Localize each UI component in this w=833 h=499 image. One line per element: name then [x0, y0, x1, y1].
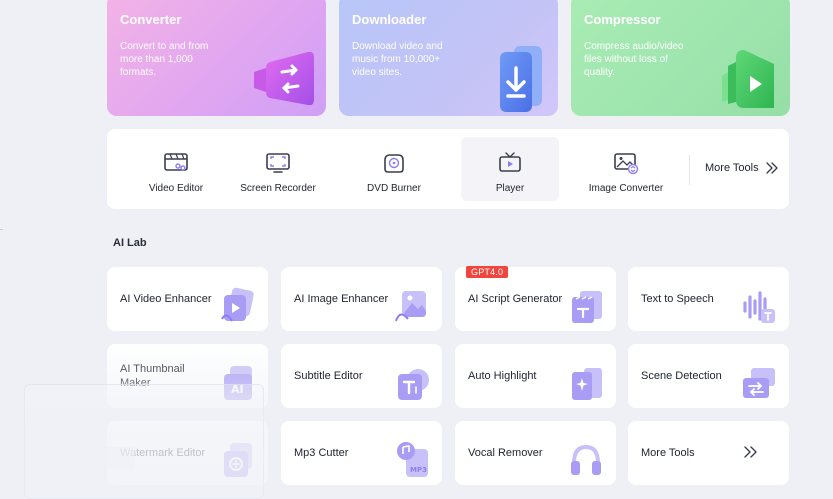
- screen-recorder-icon: [266, 153, 290, 173]
- converter-title: Converter: [120, 12, 182, 27]
- ai-script-generator-icon: [572, 291, 602, 323]
- scene-detection-icon: [743, 368, 775, 398]
- ai-card-label: AI Video Enhancer: [120, 293, 212, 305]
- tool-dvd-burner[interactable]: DVD Burner: [345, 137, 443, 201]
- downloader-description: Download video and music from 10,000+ vi…: [352, 41, 443, 78]
- ai-video-enhancer-icon: [221, 287, 254, 322]
- compressor-title: Compressor: [584, 12, 661, 27]
- mp3-cutter-card[interactable]: Mp3 Cutter MP3: [281, 421, 442, 485]
- more-tools-button[interactable]: More Tools: [705, 162, 779, 174]
- ai-lab-heading: AI Lab: [113, 237, 147, 249]
- ai-script-generator-card[interactable]: GPT4.0 AI Script Generator: [455, 266, 616, 331]
- text-to-speech-card[interactable]: Text to Speech: [628, 267, 789, 331]
- tool-label: DVD Burner: [367, 183, 421, 194]
- mp3-cutter-icon: MP3: [397, 442, 428, 477]
- tool-player[interactable]: Player: [461, 137, 559, 201]
- tool-image-converter[interactable]: Image Converter: [577, 137, 675, 201]
- converter-card[interactable]: Converter Convert to and from more than …: [107, 0, 326, 116]
- video-editor-icon: [164, 153, 188, 171]
- converter-illustration-icon: [254, 51, 314, 106]
- ai-image-enhancer-card[interactable]: AI Image Enhancer: [281, 267, 442, 331]
- dvd-burner-icon: [384, 154, 404, 173]
- text-to-speech-icon: [743, 291, 775, 323]
- gpt-badge: GPT4.0: [466, 266, 509, 278]
- subtitle-editor-card[interactable]: Subtitle Editor: [281, 344, 442, 408]
- tool-screen-recorder[interactable]: Screen Recorder: [229, 137, 327, 201]
- tool-video-editor[interactable]: Video Editor: [127, 137, 225, 201]
- ai-card-label: AI Image Enhancer: [294, 293, 389, 305]
- edge-marker: [0, 229, 3, 230]
- tool-label: Screen Recorder: [240, 183, 316, 194]
- compressor-illustration-icon: [722, 50, 774, 108]
- more-tools-label: More Tools: [705, 162, 759, 174]
- tool-label: Player: [495, 183, 525, 194]
- ai-card-label: Auto Highlight: [468, 370, 537, 382]
- tool-label: Video Editor: [148, 183, 204, 194]
- ai-card-label: Text to Speech: [641, 293, 714, 305]
- ai-card-label: Vocal Remover: [468, 447, 543, 459]
- auto-highlight-card[interactable]: Auto Highlight: [455, 344, 616, 408]
- tool-label: Image Converter: [588, 183, 664, 194]
- double-chevron-right-icon: [744, 446, 757, 458]
- vocal-remover-icon: [571, 444, 601, 475]
- scene-detection-card[interactable]: Scene Detection: [628, 344, 789, 408]
- downloader-illustration-icon: [500, 46, 542, 112]
- converter-description: Convert to and from more than 1,000 form…: [120, 41, 209, 78]
- tools-bar: Video Editor Screen Recorder DVD Burner …: [107, 129, 789, 209]
- subtitle-editor-icon: [398, 369, 429, 400]
- faded-window-element: [91, 447, 135, 469]
- faded-window-overlay: [24, 384, 264, 499]
- compressor-card[interactable]: Compressor Compress audio/video files wi…: [571, 0, 790, 116]
- svg-text:MP3: MP3: [410, 466, 427, 474]
- auto-highlight-icon: [572, 368, 602, 400]
- ai-card-label: AI Script Generator: [468, 293, 563, 305]
- downloader-title: Downloader: [352, 12, 427, 27]
- ai-card-label: More Tools: [641, 447, 695, 459]
- ai-video-enhancer-card[interactable]: AI Video Enhancer: [107, 267, 268, 331]
- tools-divider: [689, 155, 690, 185]
- vocal-remover-card[interactable]: Vocal Remover: [455, 421, 616, 485]
- more-tools-card[interactable]: More Tools: [628, 421, 789, 485]
- ai-card-label: Scene Detection: [641, 370, 722, 382]
- player-icon: [499, 152, 521, 172]
- ai-image-enhancer-icon: [395, 291, 426, 322]
- downloader-card[interactable]: Downloader Download video and music from…: [339, 0, 558, 116]
- ai-card-label: Subtitle Editor: [294, 370, 363, 382]
- double-chevron-right-icon: [765, 162, 778, 174]
- ai-card-label: Mp3 Cutter: [294, 447, 349, 459]
- compressor-description: Compress audio/video files without loss …: [584, 41, 684, 78]
- image-converter-icon: [614, 153, 639, 175]
